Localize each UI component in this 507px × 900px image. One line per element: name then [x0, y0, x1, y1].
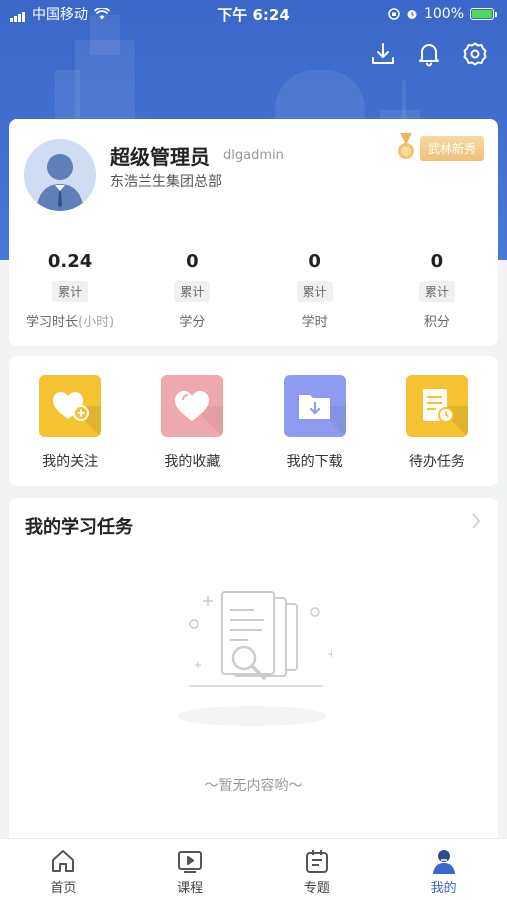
badge-label: 武林新秀 — [419, 135, 484, 161]
tab-label: 首页 — [50, 881, 77, 896]
medal-icon — [397, 133, 414, 159]
user-account-id: dlgadmin — [223, 148, 284, 163]
stat-points[interactable]: 0 累计 积分 — [376, 251, 498, 330]
stat-tag: 累计 — [52, 281, 89, 302]
stat-sublabel: (小时) — [78, 315, 115, 330]
quick-actions: 我的关注 我的收藏 我的下载 待办任务 — [9, 356, 498, 486]
play-icon — [127, 846, 254, 876]
stat-credits[interactable]: 0 累计 学分 — [131, 251, 253, 330]
carrier-name: 中国移动 — [32, 7, 88, 23]
stat-class-hours[interactable]: 0 累计 学时 — [254, 251, 376, 330]
stat-label: 学习时长 — [26, 315, 79, 330]
quick-action-label: 我的下载 — [286, 454, 343, 470]
gear-icon[interactable] — [461, 40, 489, 68]
stat-value: 0.24 — [47, 251, 93, 272]
stat-label: 学分 — [179, 315, 206, 330]
battery-icon — [470, 8, 497, 20]
lock-rotation-icon — [388, 8, 400, 20]
user-display-name: 超级管理员 — [110, 145, 210, 169]
stat-value: 0 — [430, 251, 444, 272]
wifi-icon — [94, 8, 110, 20]
alarm-icon — [407, 10, 417, 19]
heart-plus-icon — [39, 375, 102, 437]
quick-action-todo[interactable]: 待办任务 — [376, 375, 498, 486]
learning-tasks-card: 我的学习任务 ～暂无内容哟～ — [9, 498, 498, 838]
quick-action-downloads[interactable]: 我的下载 — [254, 375, 376, 486]
topic-icon — [254, 846, 381, 876]
stat-study-hours[interactable]: 0.24 累计 学习时长(小时) — [9, 251, 131, 330]
stat-label: 学时 — [301, 315, 328, 330]
tab-courses[interactable]: 课程 — [127, 839, 254, 900]
folder-download-icon — [283, 375, 346, 437]
status-bar: 中国移动 下午 6:24 100% — [0, 0, 507, 28]
task-clock-icon — [405, 375, 468, 437]
tab-label: 我的 — [430, 881, 457, 896]
home-icon — [0, 846, 127, 876]
tab-label: 课程 — [177, 881, 204, 896]
user-icon — [380, 846, 507, 876]
tab-label: 专题 — [303, 881, 330, 896]
stat-value: 0 — [308, 251, 321, 272]
quick-action-follows[interactable]: 我的关注 — [9, 375, 131, 486]
quick-action-label: 我的关注 — [42, 454, 99, 470]
heart-icon — [161, 375, 224, 437]
quick-action-label: 待办任务 — [408, 454, 465, 470]
stat-tag: 累计 — [296, 281, 333, 302]
rank-badge[interactable]: 武林新秀 — [396, 133, 484, 163]
stat-label: 积分 — [423, 315, 450, 330]
avatar[interactable] — [24, 139, 96, 211]
stat-tag: 累计 — [418, 281, 455, 302]
tab-mine[interactable]: 我的 — [380, 839, 507, 900]
quick-action-favorites[interactable]: 我的收藏 — [131, 375, 253, 486]
status-time: 下午 6:24 — [217, 5, 290, 24]
profile-card[interactable]: 超级管理员 dlgadmin 东浩兰生集团总部 武林新秀 0.24 累计 学习时… — [9, 119, 498, 346]
stats-row: 0.24 累计 学习时长(小时) 0 累计 学分 0 累计 学时 0 累计 积分 — [9, 251, 498, 330]
bottom-tab-bar: 首页 课程 专题 我的 — [0, 838, 507, 900]
bell-icon[interactable] — [415, 40, 443, 68]
empty-state-text: ～暂无内容哟～ — [204, 778, 303, 794]
tab-home[interactable]: 首页 — [0, 839, 127, 900]
stat-tag: 累计 — [174, 281, 211, 302]
section-title: 我的学习任务 — [25, 517, 133, 538]
tab-topics[interactable]: 专题 — [254, 839, 381, 900]
chevron-right-icon[interactable] — [470, 512, 482, 534]
user-organization: 东浩兰生集团总部 — [110, 174, 222, 190]
battery-percent: 100% — [423, 6, 464, 22]
stat-value: 0 — [186, 251, 199, 272]
download-icon[interactable] — [369, 40, 397, 68]
empty-state-icon — [172, 588, 336, 732]
signal-icon — [10, 6, 26, 22]
quick-action-label: 我的收藏 — [164, 454, 221, 470]
